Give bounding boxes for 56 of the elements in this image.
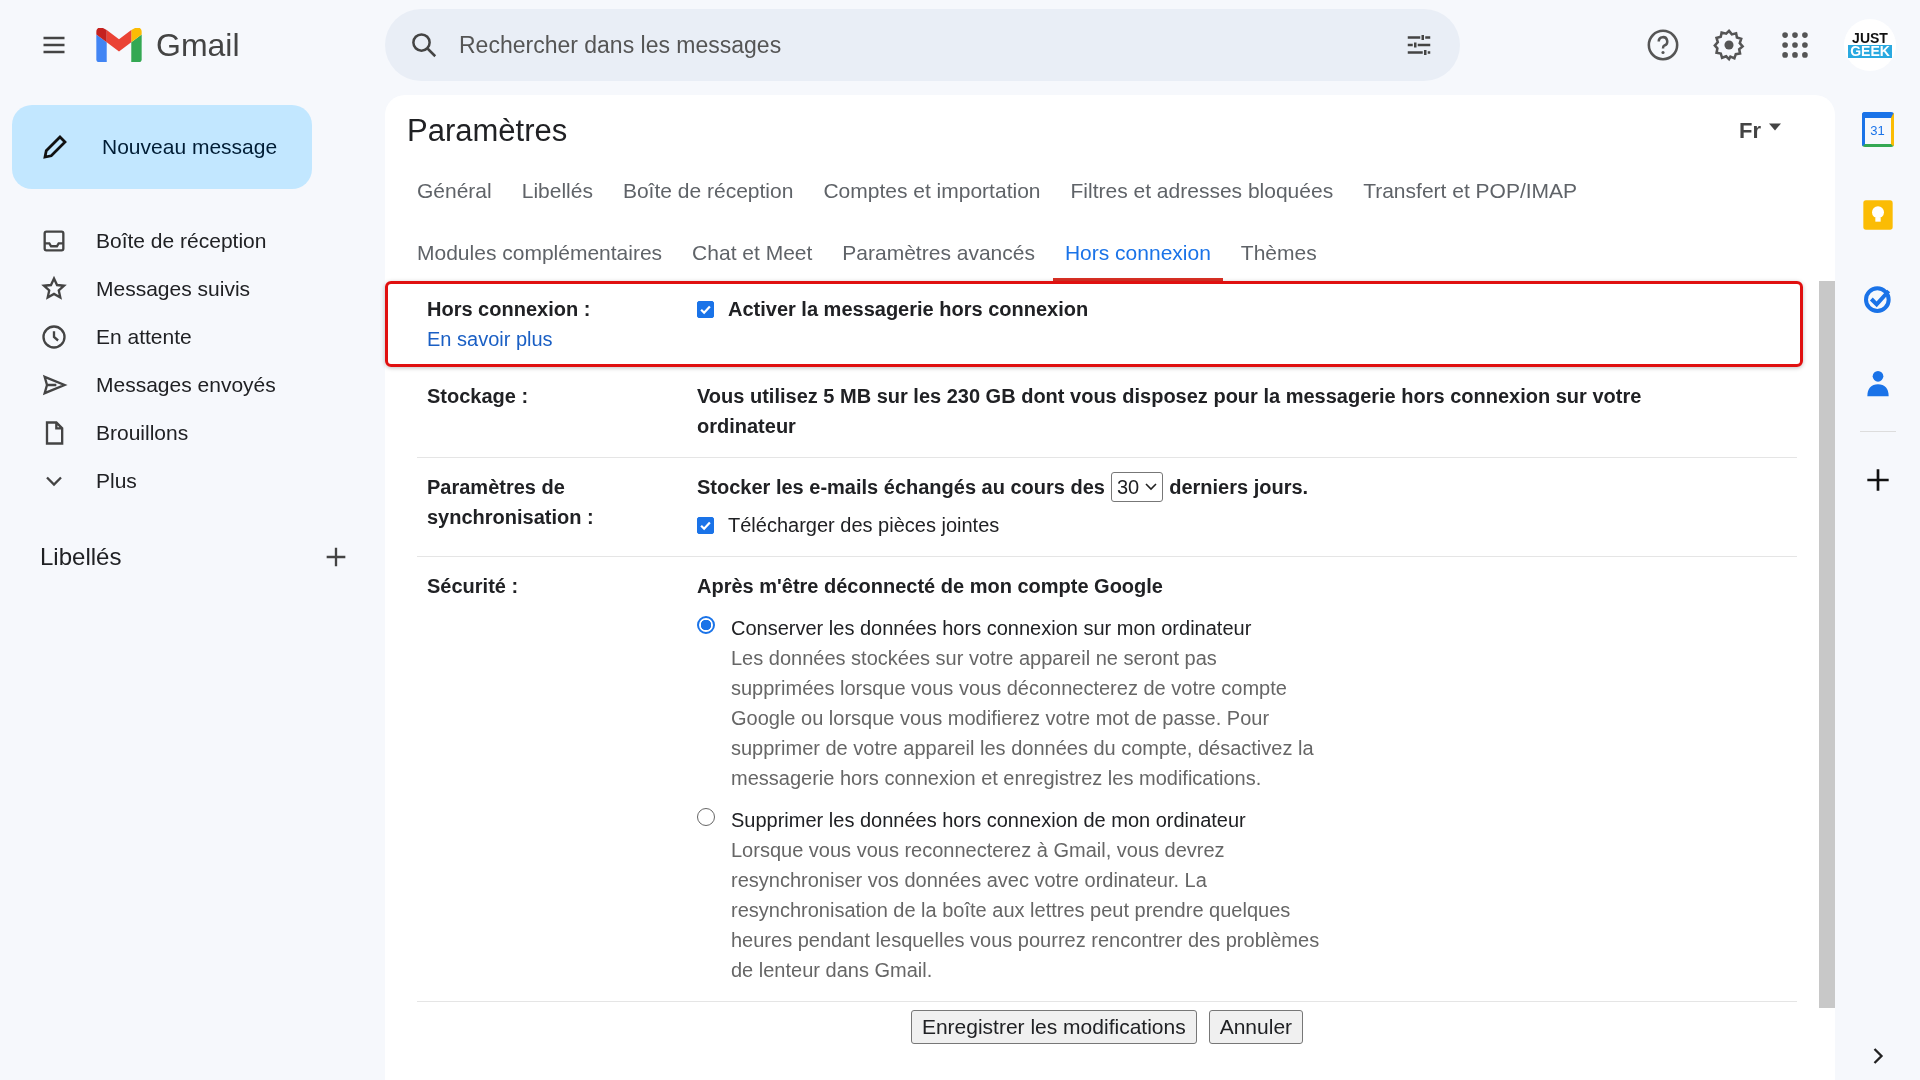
sidebar-item[interactable]: Messages suivis	[0, 265, 330, 313]
security-heading: Après m'être déconnecté de mon compte Google	[697, 574, 1164, 599]
search-icon	[409, 30, 439, 60]
scrollbar[interactable]	[1819, 281, 1835, 1008]
page-title: Paramètres	[407, 113, 568, 149]
checkbox-label: Télécharger des pièces jointes	[728, 513, 1000, 538]
settings-tab[interactable]: Modules complémentaires	[405, 229, 675, 281]
sidebar-item[interactable]: Plus	[0, 457, 330, 505]
checkbox[interactable]	[697, 516, 714, 534]
compose-button[interactable]: Nouveau message	[12, 105, 312, 189]
settings-tab[interactable]: Libellés	[509, 167, 605, 219]
radio-button[interactable]	[697, 616, 715, 634]
settings-tab[interactable]: Boîte de réception	[610, 167, 806, 219]
cancel-button[interactable]: Annuler	[1208, 1010, 1304, 1044]
option-description: Lorsque vous vous reconnecterez à Gmail, vous devrez resynchroniser vos données avec votre ordinateur. La resynchronisation de la boîte aux lettres peut prendre quelques heures pendant lesquelles vous pourrez rencontrer des problèmes de lenteur dans Gmail.	[731, 838, 1321, 983]
setting-label: Hors connexion :	[427, 297, 592, 322]
settings-tab[interactable]: Comptes et importation	[811, 167, 1053, 219]
settings-tab[interactable]: Chat et Meet	[680, 229, 825, 281]
option-description: Les données stockées sur votre appareil ne seront pas supprimées lorsque vous vous déconnecterez de votre compte Google ou lorsque vous modifierez votre mot de passe. Pour supprimer de votre appareil les données du compte, désactivez la messagerie hors connexion et enregistrez les modifications.	[731, 646, 1315, 791]
settings-icon[interactable]	[1712, 28, 1746, 62]
sidebar-item[interactable]: Brouillons	[0, 409, 330, 457]
learn-more-link[interactable]: En savoir plus	[427, 324, 553, 354]
chevron-down-icon	[1145, 483, 1158, 491]
settings-tab[interactable]: Filtres et adresses bloquées	[1058, 167, 1346, 219]
setting-label: Paramètres de synchronisation :	[427, 475, 595, 530]
search-field[interactable]: Rechercher dans les messages	[385, 9, 1460, 81]
help-icon[interactable]	[1646, 28, 1680, 62]
caret-icon	[1769, 123, 1781, 131]
setting-label: Sécurité :	[427, 574, 520, 599]
settings-tab[interactable]: Thèmes	[1228, 229, 1329, 281]
settings-tab[interactable]: Paramètres avancés	[830, 229, 1047, 281]
option-title: Supprimer les données hors connexion de mon ordinateur	[731, 808, 1247, 833]
check-circle-icon[interactable]	[1861, 283, 1894, 315]
sidebar-item[interactable]: Boîte de réception	[0, 217, 330, 265]
clock-icon	[40, 323, 68, 351]
settings-tab[interactable]: Hors connexion	[1052, 229, 1223, 281]
search-input[interactable]: Rechercher dans les messages	[457, 30, 1386, 60]
sidebar-item[interactable]: Messages envoyés	[0, 361, 330, 409]
days-dropdown[interactable]: 30	[1110, 472, 1164, 502]
settings-tab[interactable]: Transfert et POP/IMAP	[1351, 167, 1590, 219]
gmail-logo-icon	[96, 28, 142, 62]
setting-label: Stockage :	[427, 384, 530, 409]
account-avatar[interactable]: JUST GEEK	[1844, 19, 1896, 71]
app-name: Gmail	[156, 26, 240, 64]
option-title: Conserver les données hors connexion sur mon ordinateur	[731, 616, 1253, 641]
calendar-icon[interactable]: 31	[1861, 112, 1894, 147]
input-tools-button[interactable]: Fr	[1735, 116, 1785, 146]
storage-text: Vous utilisez 5 MB sur les 230 GB dont vous disposez pour la messagerie hors connexion sur votre ordinateur	[697, 384, 1643, 439]
checkbox[interactable]	[697, 300, 714, 318]
save-button[interactable]: Enregistrer les modifications	[910, 1010, 1197, 1044]
labels-heading: Libellés	[40, 543, 122, 571]
sync-text: derniers jours.	[1169, 475, 1309, 500]
settings-tab[interactable]: Général	[405, 167, 504, 219]
checkbox-label: Activer la messagerie hors connexion	[728, 297, 1089, 322]
sidebar-item[interactable]: En attente	[0, 313, 330, 361]
sync-text: Stocker les e-mails échangés au cours des	[697, 475, 1105, 500]
